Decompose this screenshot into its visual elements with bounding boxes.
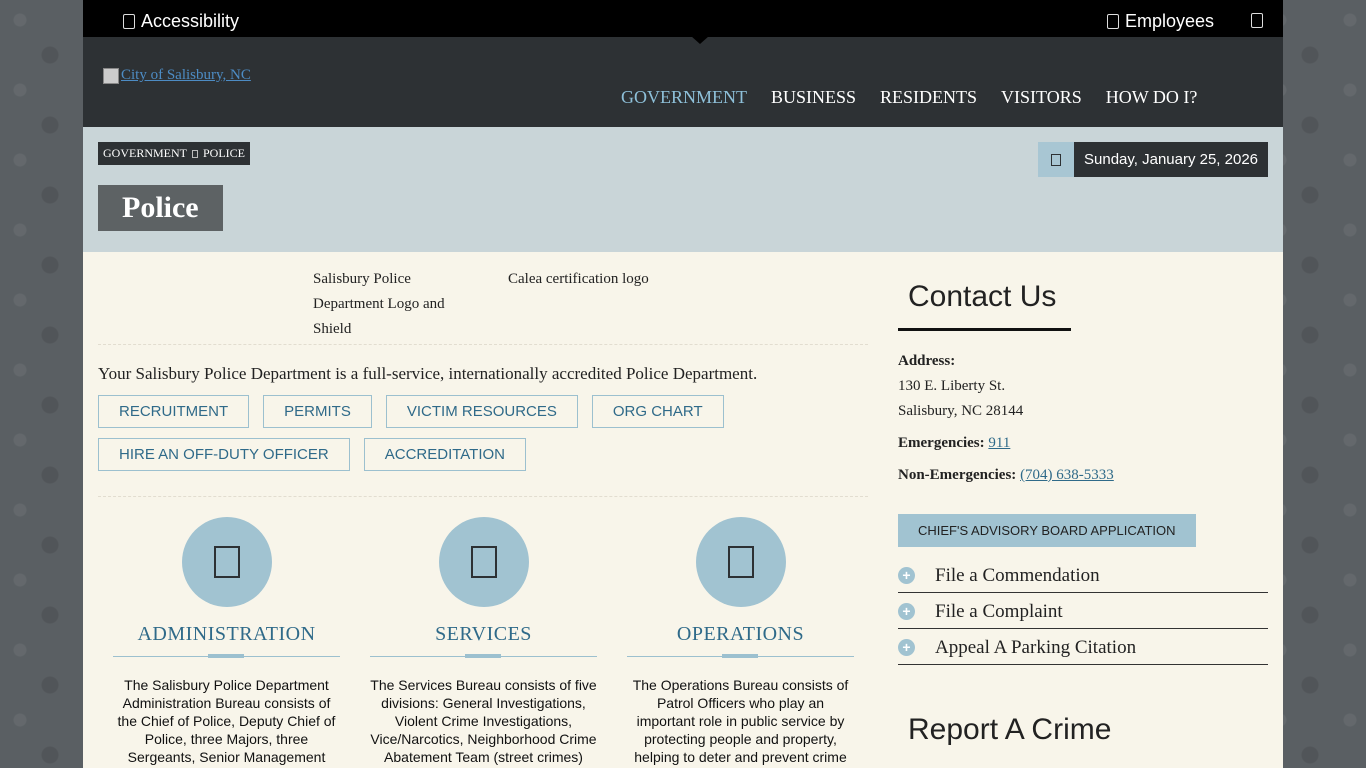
accordion-item-complaint[interactable]: + File a Complaint	[898, 593, 1268, 629]
nav-government[interactable]: GOVERNMENT	[621, 87, 747, 108]
calendar-icon	[1051, 153, 1061, 166]
breadcrumb: GOVERNMENT POLICE	[98, 142, 250, 165]
divider	[98, 344, 868, 345]
org-chart-button[interactable]: ORG CHART	[591, 395, 724, 428]
services-icon	[470, 546, 497, 578]
non-emergencies-label: Non-Emergencies:	[898, 467, 1017, 483]
search-toggle[interactable]	[1251, 13, 1263, 28]
nav-how-do-i[interactable]: HOW DO I?	[1106, 87, 1198, 108]
breadcrumb-government[interactable]: GOVERNMENT	[103, 146, 187, 161]
address-block: Address: 130 E. Liberty St. Salisbury, N…	[898, 349, 1268, 424]
plus-icon: +	[898, 639, 915, 656]
address-label: Address:	[898, 353, 956, 369]
emergencies-number-link[interactable]: 911	[988, 435, 1010, 451]
forms-accordion: + File a Commendation + File a Complaint…	[898, 557, 1268, 665]
date-display: Sunday, January 25, 2026	[1038, 142, 1269, 177]
services-icon-circle[interactable]	[438, 517, 529, 607]
bureau-title[interactable]: OPERATIONS	[627, 623, 854, 646]
accordion-item-parking-citation[interactable]: + Appeal A Parking Citation	[898, 629, 1268, 665]
title-rule	[627, 652, 854, 662]
permits-button[interactable]: PERMITS	[263, 395, 372, 428]
accordion-label: File a Complaint	[935, 600, 1063, 622]
nav-visitors[interactable]: VISITORS	[1001, 87, 1082, 108]
nav-residents[interactable]: RESIDENTS	[880, 87, 977, 108]
bureau-operations: OPERATIONS The Operations Bureau consist…	[627, 517, 854, 766]
nav-business[interactable]: BUSINESS	[771, 87, 856, 108]
divider	[98, 496, 868, 497]
bureau-administration: ADMINISTRATION The Salisbury Police Depa…	[113, 517, 340, 766]
bureau-title[interactable]: SERVICES	[370, 623, 597, 646]
employees-label: Employees	[1125, 11, 1215, 31]
address-line-2: Salisbury, NC 28144	[898, 403, 1024, 419]
bureau-columns: ADMINISTRATION The Salisbury Police Depa…	[113, 517, 854, 766]
accreditation-button[interactable]: ACCREDITATION	[363, 438, 527, 471]
site-logo[interactable]: City of Salisbury, NC	[103, 67, 251, 84]
operations-icon	[727, 546, 754, 578]
intro-text: Your Salisbury Police Department is a fu…	[98, 364, 758, 383]
broken-image-icon	[103, 67, 119, 84]
report-crime-title: Report A Crime	[908, 713, 1112, 746]
contact-title-rule	[898, 328, 1071, 331]
main-content: Salisbury Police Department Logo and Shi…	[83, 252, 1283, 768]
employees-icon	[1107, 14, 1119, 29]
victim-resources-button[interactable]: VICTIM RESOURCES	[385, 395, 578, 428]
accessibility-link[interactable]: Accessibility	[123, 11, 239, 32]
utility-bar: Accessibility Employees	[83, 0, 1283, 44]
logo-alt-text: City of Salisbury, NC	[121, 67, 251, 83]
bureau-description: The Salisbury Police Department Administ…	[117, 677, 336, 765]
accessibility-icon	[123, 14, 135, 29]
recruitment-button[interactable]: RECRUITMENT	[98, 395, 250, 428]
title-rule	[113, 652, 340, 662]
site-header: City of Salisbury, NC GOVERNMENT BUSINES…	[83, 37, 1283, 127]
contact-title: Contact Us	[908, 280, 1057, 313]
chiefs-advisory-board-button[interactable]: CHIEF'S ADVISORY BOARD APPLICATION	[898, 514, 1196, 547]
breadcrumb-separator-icon	[192, 149, 198, 158]
quick-links: RECRUITMENT PERMITS VICTIM RESOURCES ORG…	[98, 395, 798, 471]
calendar-icon-box	[1038, 142, 1074, 177]
non-emergencies-number-link[interactable]: (704) 638-5333	[1020, 467, 1114, 483]
police-logo-image: Salisbury Police Department Logo and Shi…	[313, 271, 445, 337]
emergencies-label: Emergencies:	[898, 435, 985, 451]
administration-icon-circle[interactable]	[181, 517, 272, 607]
title-band: GOVERNMENT POLICE Sunday, January 25, 20…	[83, 127, 1283, 252]
emergencies-row: Emergencies: 911	[898, 435, 1268, 452]
main-nav: GOVERNMENT BUSINESS RESIDENTS VISITORS H…	[621, 87, 1197, 108]
page-title: Police	[98, 185, 223, 231]
title-rule	[370, 652, 597, 662]
plus-icon: +	[898, 567, 915, 584]
bureau-description: The Operations Bureau consists of Patrol…	[632, 677, 849, 765]
accessibility-label: Accessibility	[141, 11, 240, 31]
operations-icon-circle[interactable]	[695, 517, 786, 607]
administration-icon	[213, 546, 240, 578]
bureau-services: SERVICES The Services Bureau consists of…	[370, 517, 597, 766]
calea-logo-image: Calea certification logo	[508, 271, 649, 287]
employees-link[interactable]: Employees	[1107, 11, 1214, 32]
hire-off-duty-officer-button[interactable]: HIRE AN OFF-DUTY OFFICER	[98, 438, 350, 471]
accordion-label: File a Commendation	[935, 564, 1100, 586]
accordion-item-commendation[interactable]: + File a Commendation	[898, 557, 1268, 593]
plus-icon: +	[898, 603, 915, 620]
address-line-1: 130 E. Liberty St.	[898, 378, 1006, 394]
nav-pointer	[691, 36, 709, 44]
search-icon	[1251, 13, 1263, 28]
sidebar: Contact Us Address: 130 E. Liberty St. S…	[898, 252, 1268, 747]
bureau-title[interactable]: ADMINISTRATION	[113, 623, 340, 646]
current-date: Sunday, January 25, 2026	[1074, 142, 1269, 177]
breadcrumb-police: POLICE	[203, 146, 245, 160]
page: Accessibility Employees City of Salisbur…	[83, 0, 1283, 768]
accordion-label: Appeal A Parking Citation	[935, 636, 1137, 658]
bureau-description: The Services Bureau consists of five div…	[370, 677, 597, 765]
logo-images: Salisbury Police Department Logo and Shi…	[313, 267, 658, 342]
non-emergencies-row: Non-Emergencies: (704) 638-5333	[898, 467, 1268, 484]
